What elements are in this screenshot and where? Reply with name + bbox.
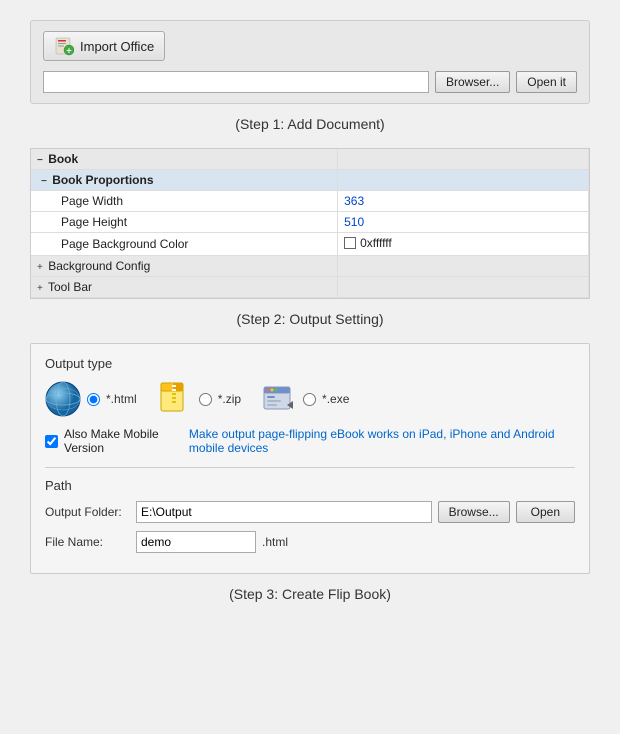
table-row-book: − Book — [31, 149, 589, 170]
filename-row: File Name: .html — [45, 531, 575, 553]
file-name-label: File Name: — [45, 535, 130, 549]
exe-radio-label: *.exe — [322, 392, 349, 406]
step1-label: (Step 1: Add Document) — [30, 116, 590, 132]
exe-radio[interactable] — [303, 393, 316, 406]
bg-config-label: + Background Config — [31, 256, 338, 277]
path-label: Path — [45, 478, 575, 493]
bg-config-expand-icon[interactable]: + — [37, 262, 43, 273]
page-bg-color-label: Page Background Color — [31, 233, 338, 256]
page-height-value[interactable]: 510 — [338, 212, 589, 233]
toolbar-value-cell — [338, 277, 589, 298]
file-name-input[interactable] — [136, 531, 256, 553]
table-row-toolbar: + Tool Bar — [31, 277, 589, 298]
open-button[interactable]: Open — [516, 501, 575, 523]
mobile-link[interactable]: Make output page-flipping eBook works on… — [189, 427, 575, 455]
swatch-box — [344, 237, 356, 249]
output-folder-row: Output Folder: Browse... Open — [45, 501, 575, 523]
open-it-button[interactable]: Open it — [516, 71, 577, 93]
import-icon: + — [54, 36, 74, 56]
table-row-page-bg-color: Page Background Color 0xffffff — [31, 233, 589, 256]
page-bg-color-value: 0xffffff — [338, 233, 589, 256]
step1-panel: + Import Office Browser... Open it — [30, 20, 590, 104]
toolbar-expand-icon[interactable]: + — [37, 283, 43, 294]
zip-icon — [157, 381, 193, 417]
file-ext-label: .html — [262, 535, 288, 549]
book-proportions-label: − Book Proportions — [31, 170, 338, 191]
html-icon — [45, 381, 81, 417]
html-output-option: *.html — [45, 381, 137, 417]
file-row: Browser... Open it — [43, 71, 577, 93]
zip-radio-label: *.zip — [218, 392, 241, 406]
table-row-bg-config: + Background Config — [31, 256, 589, 277]
table-row-page-width: Page Width 363 — [31, 191, 589, 212]
exe-output-option: *.exe — [261, 381, 349, 417]
html-radio[interactable] — [87, 393, 100, 406]
book-value-cell — [338, 149, 589, 170]
output-folder-input[interactable] — [136, 501, 432, 523]
import-office-label: Import Office — [80, 39, 154, 54]
page-height-label: Page Height — [31, 212, 338, 233]
path-section: Path Output Folder: Browse... Open File … — [45, 467, 575, 553]
properties-table: − Book − Book Proportions Page Width 363… — [31, 149, 589, 298]
mobile-version-row: Also Make Mobile Version Make output pag… — [45, 427, 575, 455]
mobile-version-checkbox[interactable] — [45, 435, 58, 448]
step2-panel: − Book − Book Proportions Page Width 363… — [30, 148, 590, 299]
browser-button[interactable]: Browser... — [435, 71, 510, 93]
html-radio-label: *.html — [106, 392, 137, 406]
book-proportions-value-cell — [338, 170, 589, 191]
page-width-label: Page Width — [31, 191, 338, 212]
file-path-input[interactable] — [43, 71, 429, 93]
zip-output-option: *.zip — [157, 381, 241, 417]
bg-config-value-cell — [338, 256, 589, 277]
step2-label: (Step 2: Output Setting) — [30, 311, 590, 327]
book-label: − Book — [31, 149, 338, 170]
exe-icon — [261, 381, 297, 417]
output-options: *.html — [45, 381, 575, 417]
browse-button[interactable]: Browse... — [438, 501, 510, 523]
color-swatch: 0xffffff — [344, 236, 392, 250]
step3-label: (Step 3: Create Flip Book) — [30, 586, 590, 602]
page-width-value[interactable]: 363 — [338, 191, 589, 212]
svg-text:+: + — [66, 46, 71, 56]
table-row-page-height: Page Height 510 — [31, 212, 589, 233]
import-office-button[interactable]: + Import Office — [43, 31, 165, 61]
toolbar-label: + Tool Bar — [31, 277, 338, 298]
mobile-checkbox-label: Also Make Mobile Version — [64, 427, 183, 455]
output-type-label: Output type — [45, 356, 575, 371]
proportions-expand-icon[interactable]: − — [41, 176, 47, 187]
step3-panel: Output type — [30, 343, 590, 574]
book-expand-icon[interactable]: − — [37, 155, 43, 166]
table-row-book-proportions: − Book Proportions — [31, 170, 589, 191]
output-folder-label: Output Folder: — [45, 505, 130, 519]
zip-radio[interactable] — [199, 393, 212, 406]
